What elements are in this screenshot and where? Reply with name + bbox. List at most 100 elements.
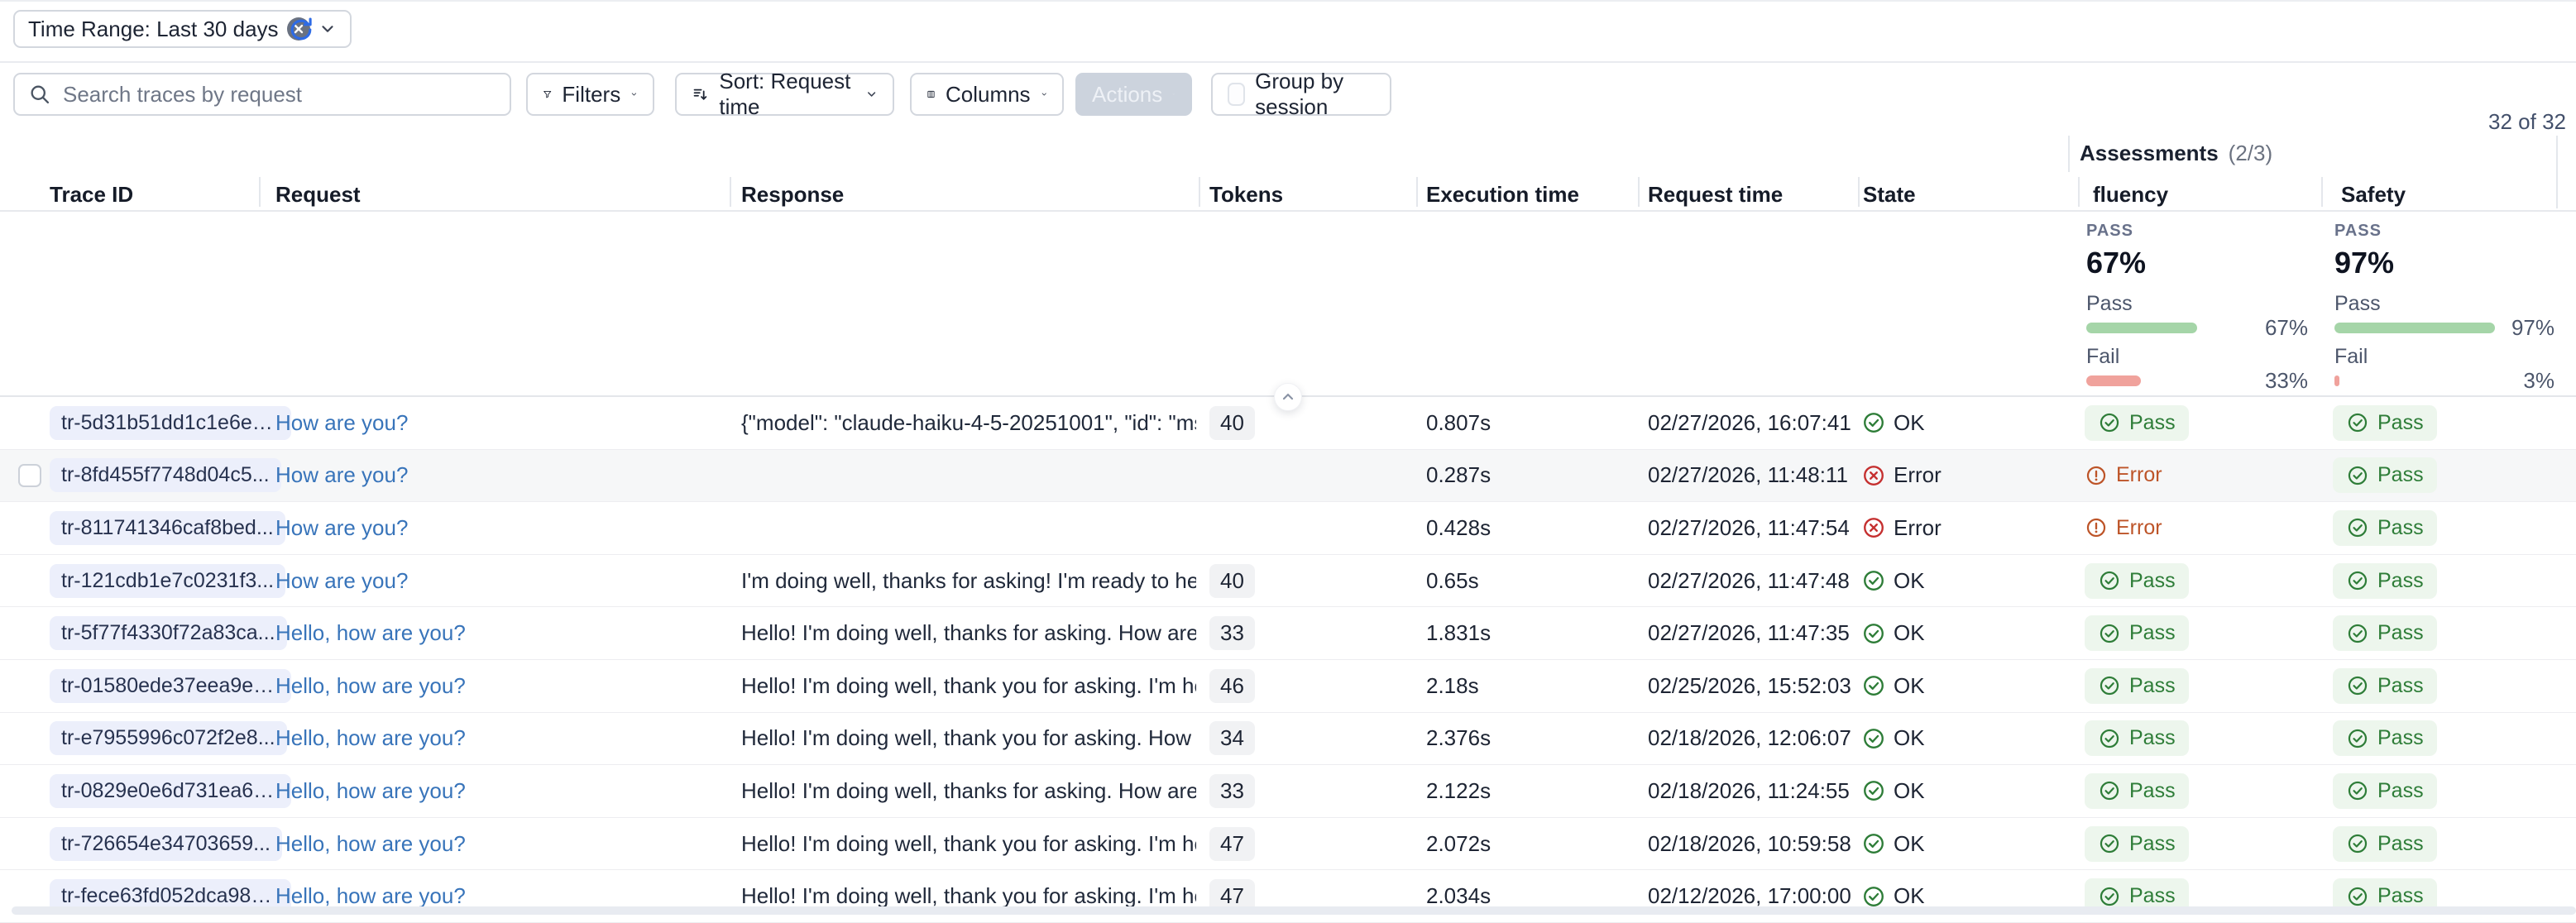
columns-button[interactable]: Columns (910, 73, 1064, 116)
pass-circle-check-icon (2098, 622, 2121, 645)
trace-id-pill[interactable]: tr-01580ede37eea9ec... (50, 669, 291, 703)
col-header-request-time[interactable]: Request time (1648, 182, 1783, 208)
state-badge: OK (1861, 818, 2060, 870)
trace-id-pill[interactable]: tr-121cdb1e7c0231f3... (50, 564, 285, 598)
request-link[interactable]: How are you? (275, 462, 408, 488)
state-badge: Error (1861, 502, 2060, 554)
fluency-pass-caption: PASS (2086, 222, 2308, 241)
error-circle-x-icon (1861, 515, 1886, 540)
filter-funnel-icon (543, 84, 552, 105)
ok-circle-check-icon (1861, 831, 1886, 856)
request-time-value: 02/27/2026, 11:47:48 (1648, 555, 1859, 607)
refresh-button[interactable] (286, 15, 316, 45)
toolbar: Filters Sort: Request time Columns Actio… (0, 63, 2576, 129)
group-by-session-label: Group by session (1255, 69, 1375, 120)
assessments-left-divider (2068, 136, 2070, 172)
trace-id-pill[interactable]: tr-811741346caf8bed... (50, 511, 285, 545)
ok-circle-check-icon (1861, 884, 1886, 909)
state-badge: OK (1861, 765, 2060, 817)
pass-circle-check-icon (2346, 411, 2369, 434)
col-header-tokens[interactable]: Tokens (1209, 182, 1283, 208)
fluency-label: Pass (2129, 621, 2176, 645)
table-row[interactable]: tr-0829e0e6d731ea64... Hello, how are yo… (0, 765, 2576, 818)
chevron-down-icon (1041, 86, 1047, 103)
response-text: Hello! I'm doing well, thank you for ask… (741, 831, 1196, 857)
request-link[interactable]: How are you? (275, 410, 408, 436)
collapse-summary-button[interactable] (1274, 383, 1302, 411)
table-row[interactable]: tr-fece63fd052dca989... Hello, how are y… (0, 870, 2576, 923)
fluency-pass-stat: Pass 67% (2086, 292, 2308, 333)
request-link[interactable]: Hello, how are you? (275, 725, 466, 751)
request-link[interactable]: How are you? (275, 515, 408, 541)
ok-circle-check-icon (1861, 568, 1886, 593)
filters-button[interactable]: Filters (526, 73, 654, 116)
search-box[interactable] (13, 73, 511, 116)
state-badge: OK (1861, 397, 2060, 449)
table-row[interactable]: tr-811741346caf8bed... How are you? 0.42… (0, 502, 2576, 555)
top-bar: Time Range: Last 30 days (0, 2, 2576, 63)
fluency-badge: Error (2085, 463, 2162, 487)
stat-value: 3% (2523, 368, 2554, 394)
response-text: I'm doing well, thanks for asking! I'm r… (741, 568, 1196, 594)
response-text: Hello! I'm doing well, thank you for ask… (741, 725, 1196, 751)
trace-id-pill[interactable]: tr-726654e34703659... (50, 827, 282, 861)
request-link[interactable]: Hello, how are you? (275, 673, 466, 699)
tokens-badge: 46 (1209, 669, 1255, 703)
execution-time-value: 0.287s (1426, 450, 1633, 502)
request-link[interactable]: Hello, how are you? (275, 620, 466, 646)
error-circle-exclamation-icon (2085, 516, 2108, 539)
col-header-execution-time[interactable]: Execution time (1426, 182, 1579, 208)
trace-id-pill[interactable]: tr-e7955996c072f2e8... (50, 721, 287, 755)
state-label: OK (1894, 831, 1925, 857)
tokens-badge: 40 (1209, 564, 1255, 598)
horizontal-scrollbar[interactable] (12, 906, 2576, 915)
request-link[interactable]: Hello, how are you? (275, 883, 466, 909)
col-header-safety[interactable]: Safety (2341, 182, 2406, 208)
safety-label: Pass (2377, 516, 2424, 540)
assessments-summary-band: PASS 67% Pass 67% Fail 33% Error 2 PASS … (0, 212, 2576, 397)
col-header-response[interactable]: Response (741, 182, 844, 208)
response-text: Hello! I'm doing well, thanks for asking… (741, 778, 1196, 804)
col-header-fluency[interactable]: fluency (2093, 182, 2168, 208)
table-row[interactable]: tr-e7955996c072f2e8... Hello, how are yo… (0, 713, 2576, 766)
pass-circle-check-icon (2098, 832, 2121, 855)
sort-button[interactable]: Sort: Request time (675, 73, 894, 116)
table-row[interactable]: tr-01580ede37eea9ec... Hello, how are yo… (0, 660, 2576, 713)
table-row[interactable]: tr-726654e34703659... Hello, how are you… (0, 818, 2576, 871)
pass-circle-check-icon (2098, 727, 2121, 750)
col-header-request[interactable]: Request (275, 182, 361, 208)
request-link[interactable]: How are you? (275, 568, 408, 594)
trace-id-pill[interactable]: tr-0829e0e6d731ea64... (50, 774, 291, 808)
table-row[interactable]: tr-5f77f4330f72a83ca... Hello, how are y… (0, 607, 2576, 660)
stat-value: 67% (2265, 315, 2308, 341)
safety-fail-bar (2334, 375, 2339, 386)
trace-id-pill[interactable]: tr-8fd455f7748d04c5... (50, 458, 281, 492)
table-row[interactable]: tr-8fd455f7748d04c5... How are you? 0.28… (0, 450, 2576, 503)
trace-id-pill[interactable]: tr-5f77f4330f72a83ca... (50, 616, 287, 650)
safety-badge: Pass (2333, 563, 2437, 599)
safety-label: Pass (2377, 832, 2424, 856)
row-checkbox[interactable] (18, 464, 41, 487)
fluency-fail-stat: Fail 33% (2086, 345, 2308, 386)
execution-time-value: 0.65s (1426, 555, 1633, 607)
state-label: OK (1894, 673, 1925, 699)
ok-circle-check-icon (1861, 621, 1886, 646)
trace-id-pill[interactable]: tr-5d31b51dd1c1e6e1... (50, 406, 291, 440)
col-header-trace-id[interactable]: Trace ID (50, 182, 133, 208)
column-divider (1416, 177, 1418, 207)
request-link[interactable]: Hello, how are you? (275, 831, 466, 857)
state-label: Error (1894, 462, 1942, 488)
safety-pass-stat: Pass 97% (2334, 292, 2554, 333)
fluency-label: Pass (2129, 779, 2176, 803)
request-link[interactable]: Hello, how are you? (275, 778, 466, 804)
search-input[interactable] (63, 82, 496, 108)
group-by-session-button[interactable]: Group by session (1211, 73, 1391, 116)
chevron-down-icon (1172, 86, 1175, 103)
stat-label: Pass (2334, 292, 2554, 316)
fluency-badge: Pass (2085, 773, 2189, 809)
col-header-state[interactable]: State (1863, 182, 1916, 208)
group-by-session-checkbox[interactable] (1228, 83, 1245, 106)
table-row[interactable]: tr-121cdb1e7c0231f3... How are you? I'm … (0, 555, 2576, 608)
ok-circle-check-icon (1861, 410, 1886, 435)
fluency-badge: Pass (2085, 405, 2189, 441)
